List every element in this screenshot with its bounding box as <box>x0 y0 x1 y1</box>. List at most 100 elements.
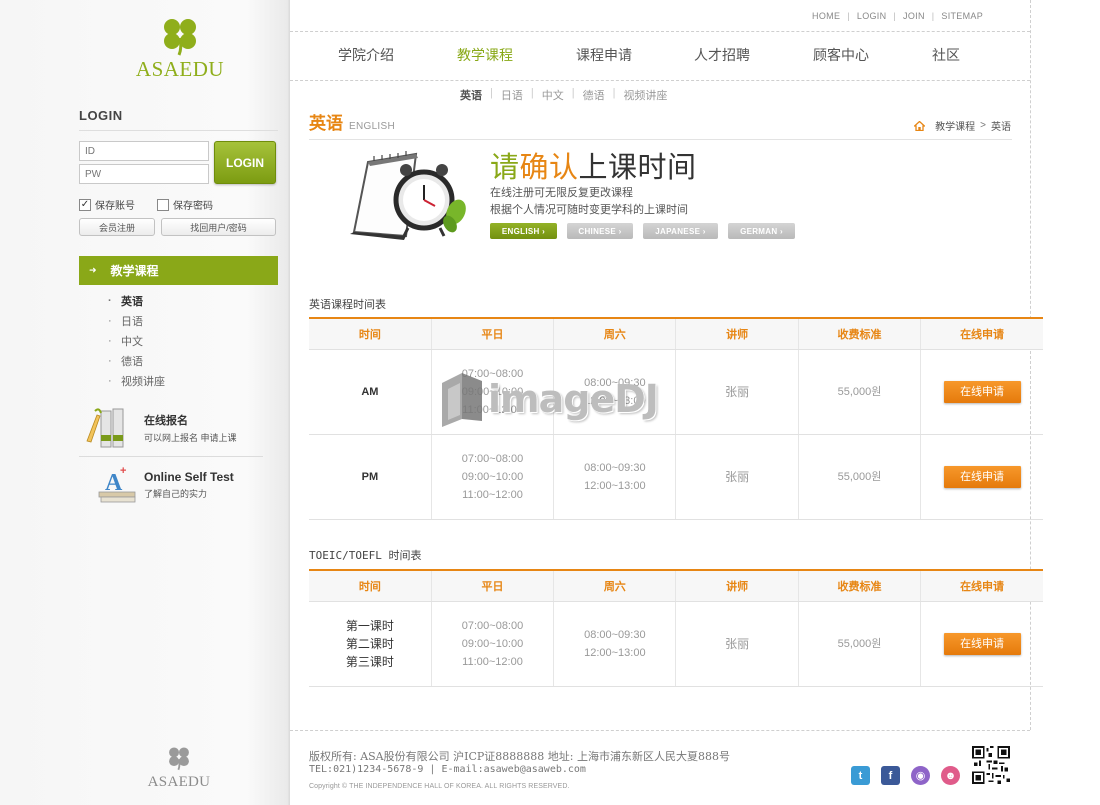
footer-company-info: 版权所有: ASA股份有限公司 沪ICP证8888888 地址: 上海市浦东新区… <box>309 750 730 763</box>
lang-button-english[interactable]: ENGLISH › <box>490 223 557 239</box>
separator: | <box>893 11 897 21</box>
sidebar-submenu: · 英语 · 日语 · 中文 · 德语 · 视频讲座 <box>108 291 165 391</box>
subnav-english[interactable]: 英语 <box>460 87 482 103</box>
nav-apply[interactable]: 课程申请 <box>576 45 632 65</box>
saturday-times: 08:00~09:30 12:00~13:00 <box>553 434 676 520</box>
bullet-icon: · <box>108 315 112 327</box>
lang-button-japanese[interactable]: JAPANESE › <box>643 223 718 239</box>
online-registration-banner[interactable]: 在线报名 可以网上报名 申请上课 <box>79 405 263 450</box>
teacher-name: 张丽 <box>675 349 799 435</box>
time-slot: 12:00~13:00 <box>584 646 646 659</box>
table-row: PM 07:00~08:00 09:00~10:00 11:00~12:00 0… <box>309 434 1043 520</box>
col-weekday: 平日 <box>430 569 554 602</box>
time-slot: 07:00~08:00 <box>461 452 524 465</box>
sub-nav: 英语 | 日语 | 中文 | 德语 | 视频讲座 <box>460 87 667 103</box>
time-slot: 09:00~10:00 <box>461 470 524 483</box>
lang-button-chinese[interactable]: CHINESE › <box>567 223 633 239</box>
blog-icon[interactable]: ☻ <box>941 766 960 785</box>
lang-button-german[interactable]: GERMAN › <box>728 223 795 239</box>
footer-contact: TEL:021)1234-5678-9 | E-mail:asaweb@asaw… <box>309 764 586 775</box>
session-label: AM <box>309 349 432 435</box>
apply-button[interactable]: 在线申请 <box>943 632 1021 655</box>
col-fee: 收费标准 <box>797 317 921 350</box>
facebook-icon[interactable]: f <box>881 766 900 785</box>
weekday-times: 07:00~08:00 09:00~10:00 11:00~12:00 <box>430 601 554 687</box>
sidebar-item-video[interactable]: · 视频讲座 <box>108 371 165 391</box>
bullet-icon: · <box>108 375 112 387</box>
col-fee: 收费标准 <box>797 569 921 602</box>
separator: | <box>612 87 616 99</box>
sitemap-link[interactable]: SITEMAP <box>941 11 983 21</box>
sidebar-menu-head-label: 教学课程 <box>110 264 159 278</box>
qr-code-icon[interactable] <box>972 746 1010 784</box>
fee: 55,000원 <box>797 601 921 687</box>
save-id-label: 保存账号 <box>95 201 135 212</box>
weekday-times: 07:00~08:00 09:00~10:00 11:00~12:00 <box>430 434 554 520</box>
col-apply: 在线申请 <box>920 569 1043 602</box>
divider <box>309 139 1012 140</box>
brand-logo[interactable]: ASAEDU <box>130 16 230 82</box>
save-id-checkbox[interactable]: ✓ <box>79 198 91 211</box>
login-button[interactable]: LOGIN <box>214 141 276 184</box>
breadcrumb-separator: > <box>980 120 986 131</box>
teacher-name: 张丽 <box>675 434 799 520</box>
time-slot: 09:00~10:00 <box>461 637 524 650</box>
save-pw-checkbox[interactable] <box>157 198 169 211</box>
col-apply: 在线申请 <box>920 317 1043 350</box>
apply-button[interactable]: 在线申请 <box>943 465 1021 488</box>
time-slot: 12:00~13:00 <box>584 479 646 492</box>
promo-title: 在线报名 <box>144 414 188 427</box>
subnav-video[interactable]: 视频讲座 <box>623 87 667 103</box>
subnav-japanese[interactable]: 日语 <box>501 87 523 103</box>
apply-cell: 在线申请 <box>920 434 1043 520</box>
nav-recruit[interactable]: 人才招聘 <box>694 45 750 65</box>
apply-cell: 在线申请 <box>920 601 1043 687</box>
sidebar-item-chinese[interactable]: · 中文 <box>108 331 165 351</box>
home-link[interactable]: HOME <box>812 11 840 21</box>
sidebar-item-label: 英语 <box>121 296 143 308</box>
password-input[interactable] <box>79 164 209 184</box>
find-account-button[interactable]: 找回用户/密码 <box>161 218 276 236</box>
apply-button[interactable]: 在线申请 <box>943 380 1021 403</box>
nav-community[interactable]: 社区 <box>932 45 960 65</box>
sidebar-item-label: 德语 <box>121 356 143 368</box>
col-saturday: 周六 <box>553 317 676 350</box>
table-header-row: 时间 平日 周六 讲师 收费标准 在线申请 <box>309 569 1043 602</box>
sidebar-menu-head[interactable]: ➜ 教学课程 <box>79 256 278 285</box>
session-label: 第三课时 <box>345 654 394 669</box>
save-id-option[interactable]: ✓ 保存账号 <box>79 197 135 212</box>
register-button[interactable]: 会员注册 <box>79 218 155 236</box>
page-title-en: ENGLISH <box>349 121 396 132</box>
twitter-icon[interactable]: t <box>851 766 870 785</box>
bullet-icon: · <box>108 355 112 367</box>
sidebar-item-japanese[interactable]: · 日语 <box>108 311 165 331</box>
login-link[interactable]: LOGIN <box>857 11 887 21</box>
self-test-banner[interactable]: A + Online Self Test 了解自己的实力 <box>79 462 263 507</box>
sidebar: ASAEDU LOGIN LOGIN ✓ 保存账号 保存密码 会员注册 找回用户… <box>0 0 290 805</box>
join-link[interactable]: JOIN <box>903 11 925 21</box>
separator: | <box>490 87 493 99</box>
sidebar-item-english[interactable]: · 英语 <box>108 291 165 311</box>
promo-title: Online Self Test <box>144 469 234 484</box>
subnav-german[interactable]: 德语 <box>583 87 605 103</box>
time-slot: 07:00~08:00 <box>461 367 524 380</box>
footer-brand-name: ASAEDU <box>147 774 211 790</box>
id-input[interactable] <box>79 141 209 161</box>
divider <box>290 730 1030 731</box>
nav-courses[interactable]: 教学课程 <box>457 45 513 65</box>
sidebar-item-german[interactable]: · 德语 <box>108 351 165 371</box>
save-pw-option[interactable]: 保存密码 <box>157 197 213 212</box>
nav-customer[interactable]: 顾客中心 <box>813 45 869 65</box>
breadcrumb-item[interactable]: 教学课程 <box>935 118 975 133</box>
clover-icon <box>164 19 196 56</box>
promo-subtitle: 可以网上报名 申请上课 <box>144 432 237 443</box>
nav-about[interactable]: 学院介绍 <box>338 45 394 65</box>
separator: | <box>847 11 850 21</box>
banner-heading-orange: 确认 <box>519 152 579 184</box>
subnav-chinese[interactable]: 中文 <box>542 87 564 103</box>
me2day-icon[interactable]: ◉ <box>911 766 930 785</box>
fee: 55,000원 <box>797 434 921 520</box>
home-icon[interactable] <box>914 120 926 131</box>
divider <box>79 130 278 131</box>
separator: | <box>931 11 935 21</box>
